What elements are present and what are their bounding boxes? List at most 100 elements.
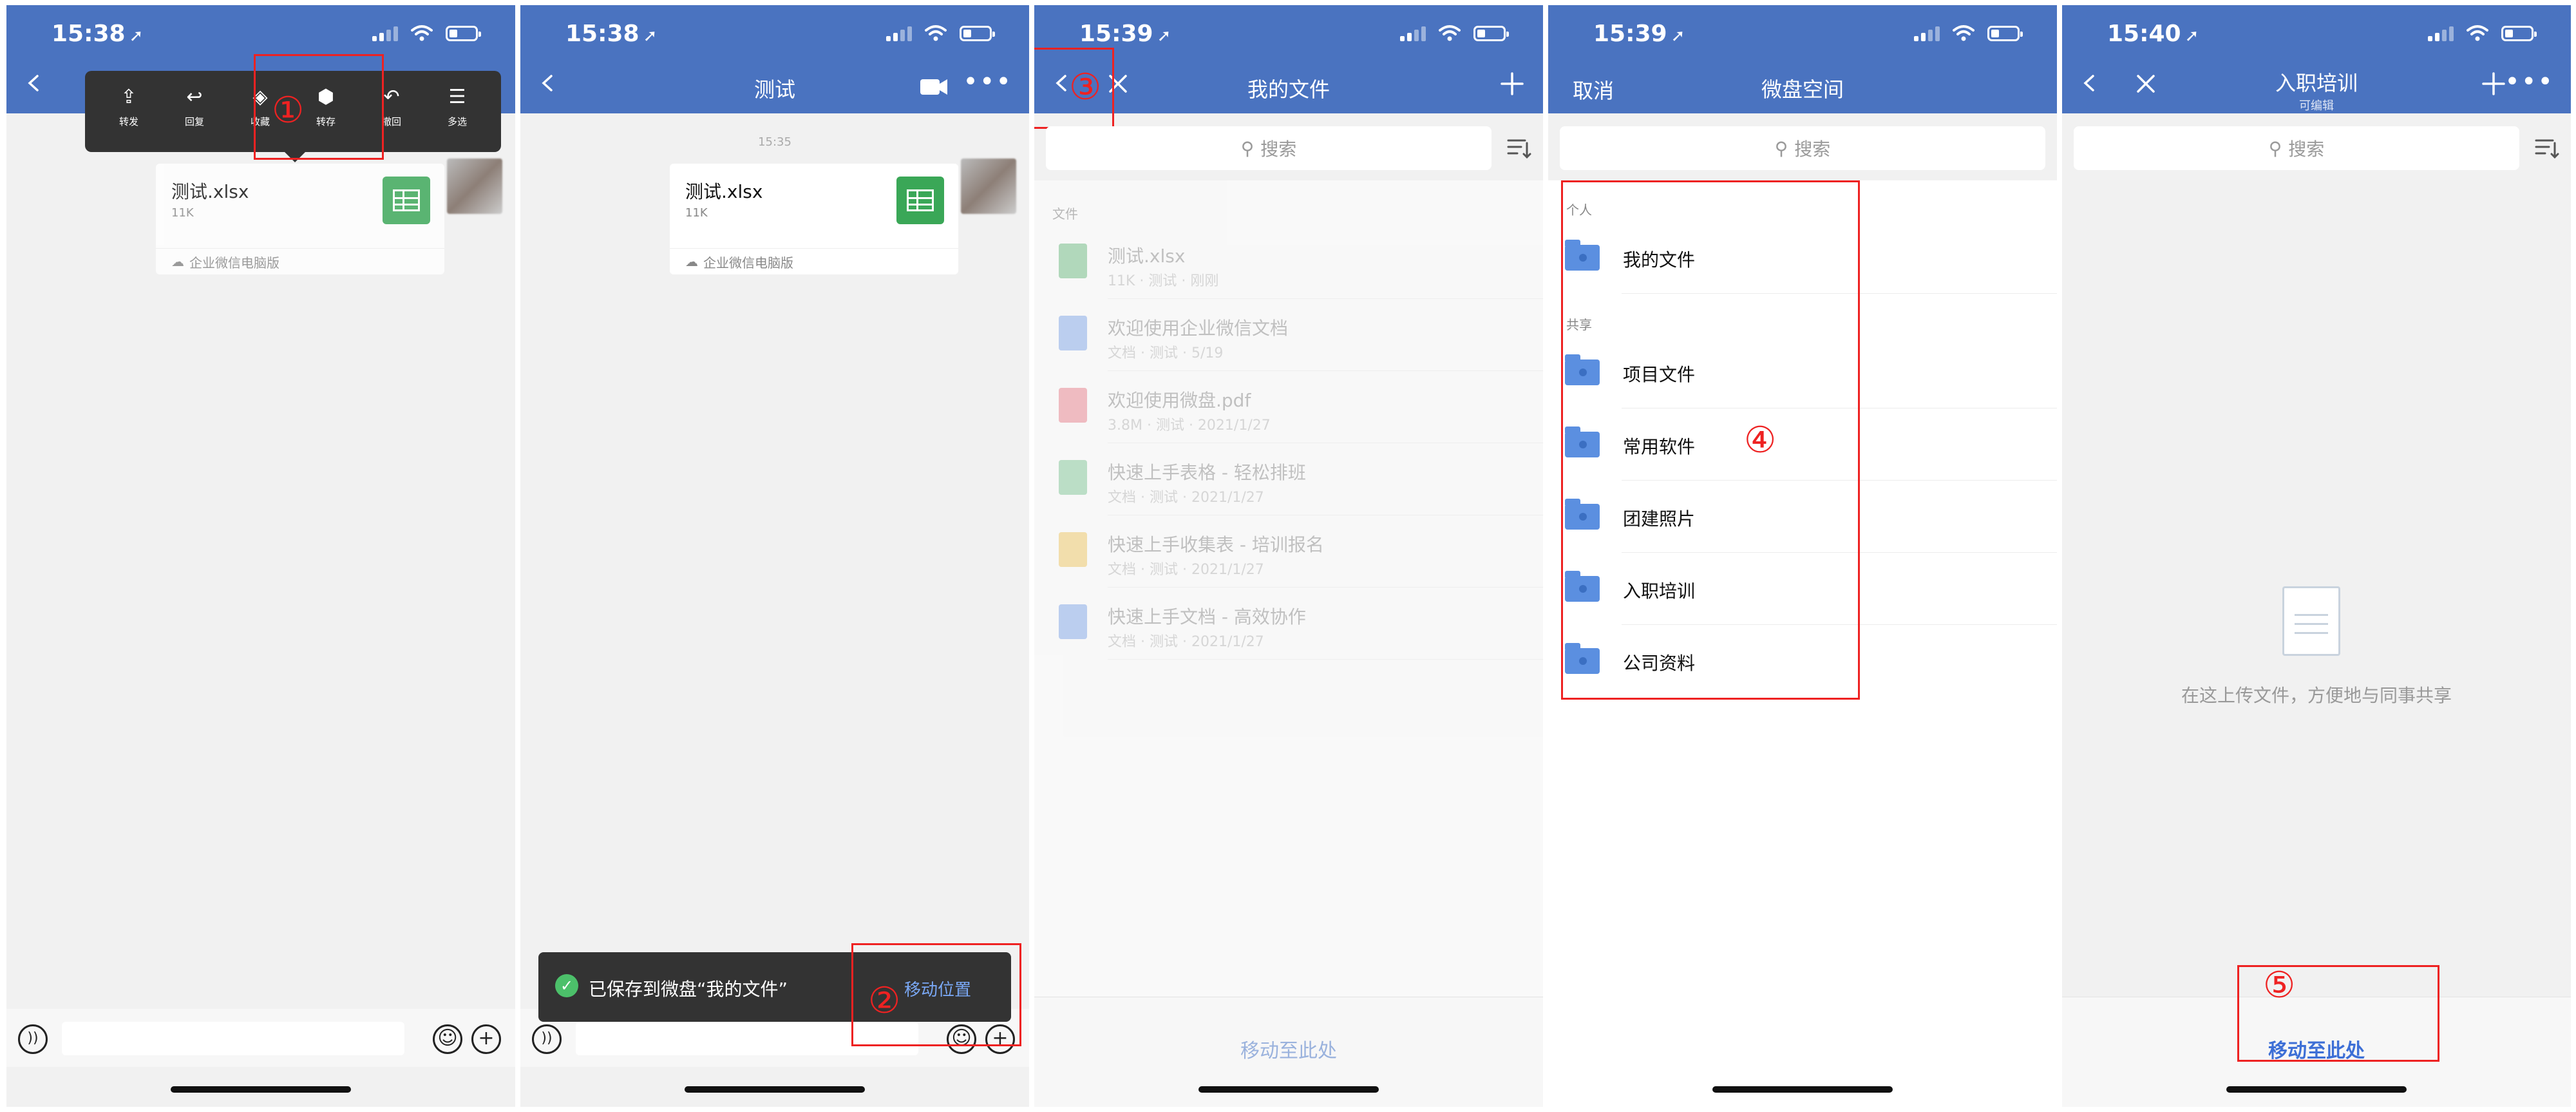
file-type-icon	[1059, 244, 1087, 278]
phone-screen-3: 15:39 ➚ 我的文件 ③ ⚲ 搜索 文件 测试.xlsx 11K · 测试 · 刚…	[1034, 5, 1543, 1107]
bottom-action-bar: 移动至此处	[1034, 997, 1543, 1107]
nav-header: 15:38 ➚ 测试 •••	[520, 5, 1029, 113]
file-type-icon	[1059, 460, 1087, 495]
back-chevron-icon[interactable]	[26, 75, 43, 91]
file-row[interactable]: 测试.xlsx 11K · 测试 · 刚刚	[1034, 227, 1543, 299]
page-title: 微盘空间	[1761, 77, 1844, 102]
signal-icon	[372, 26, 398, 41]
check-icon: ✓	[555, 974, 578, 997]
phone-screen-4: 15:39 ➚ 取消 微盘空间 ⚲ 搜索 个人 我的文件 共享 项目文件 常用软件 团建…	[1548, 5, 2057, 1107]
status-time: 15:39 ➚	[1079, 21, 1171, 47]
bubble-source: ☁ 企业微信电脑版	[156, 248, 444, 274]
status-icons	[1914, 24, 2023, 41]
file-type-icon	[1059, 604, 1087, 639]
file-row-title: 欢迎使用微盘.pdf	[1108, 390, 1251, 411]
file-name: 测试.xlsx	[171, 181, 249, 202]
message-timestamp: 15:35	[758, 135, 791, 149]
search-icon: ⚲	[2268, 137, 2282, 159]
spreadsheet-icon	[896, 177, 944, 224]
annotation-number-5: ⑤	[2263, 964, 2296, 1006]
file-row[interactable]: 快速上手文档 - 高效协作文档 · 测试 · 2021/1/27	[1034, 588, 1543, 660]
video-call-icon[interactable]	[920, 77, 948, 97]
plus-icon[interactable]	[1499, 71, 1525, 97]
signal-icon	[1400, 26, 1426, 41]
search-input[interactable]: ⚲ 搜索	[1560, 126, 2045, 170]
add-icon[interactable]: +	[471, 1024, 501, 1054]
file-row-title: 欢迎使用企业微信文档	[1108, 318, 1289, 339]
more-icon[interactable]: •••	[2505, 69, 2554, 95]
file-row-meta: 文档 · 测试 · 2021/1/27	[1108, 634, 1264, 650]
reply-icon: ↩	[186, 86, 203, 108]
phone-screen-1: 15:38 ➚ ⇪ 转发 ↩ 回复 ◈ 收藏 ⬢ 转存 ↶ 撤回 ☰ 多选 ① 测试.xlsx…	[6, 5, 515, 1107]
menu-item-reply[interactable]: ↩ 回复	[175, 85, 214, 128]
file-size: 11K	[171, 206, 194, 220]
menu-item-multi-select[interactable]: ☰ 多选	[438, 85, 477, 128]
menu-item-forward[interactable]: ⇪ 转发	[109, 85, 148, 128]
sort-icon[interactable]	[1506, 135, 1531, 161]
annotation-box-4	[1561, 180, 1860, 700]
search-input[interactable]: ⚲ 搜索	[2074, 126, 2519, 170]
battery-icon	[960, 26, 995, 41]
row-divider	[1108, 659, 1543, 660]
file-row[interactable]: 欢迎使用企业微信文档文档 · 测试 · 5/19	[1034, 299, 1543, 371]
search-icon: ⚲	[1774, 137, 1788, 159]
toast-message: 已保存到微盘“我的文件”	[589, 979, 788, 1000]
file-message-bubble[interactable]: 测试.xlsx 11K ☁ 企业微信电脑版	[670, 164, 958, 274]
battery-icon	[2501, 26, 2537, 41]
wifi-icon	[2467, 25, 2488, 41]
status-icons	[1400, 24, 1509, 41]
file-row-meta: 文档 · 测试 · 5/19	[1108, 345, 1224, 361]
status-icons	[372, 24, 481, 41]
file-row-title: 快速上手表格 - 轻松排班	[1108, 462, 1306, 483]
annotation-number-1: ①	[272, 90, 305, 131]
annotation-number-4: ④	[1744, 419, 1777, 461]
file-message-bubble[interactable]: 测试.xlsx 11K ☁ 企业微信电脑版	[156, 164, 444, 274]
file-row-title: 快速上手收集表 - 培训报名	[1108, 534, 1324, 555]
plus-icon[interactable]	[2481, 71, 2506, 97]
bubble-source: ☁ 企业微信电脑版	[670, 248, 958, 274]
battery-icon	[1987, 26, 2023, 41]
status-time: 15:38 ➚	[565, 21, 658, 47]
wifi-icon	[1953, 25, 1975, 41]
location-arrow-icon: ➚	[2184, 26, 2199, 46]
emoji-icon[interactable]: ☺	[433, 1024, 462, 1054]
home-indicator	[1198, 1086, 1379, 1093]
file-row-meta: 文档 · 测试 · 2021/1/27	[1108, 562, 1264, 578]
home-indicator	[2226, 1086, 2407, 1093]
file-type-icon	[1059, 388, 1087, 423]
voice-icon[interactable]: ))	[532, 1024, 562, 1054]
file-name: 测试.xlsx	[685, 181, 763, 202]
cloud-icon: ☁	[685, 254, 698, 269]
signal-icon	[1914, 26, 1940, 41]
more-icon[interactable]: •••	[963, 69, 1012, 95]
annotation-number-3: ③	[1069, 66, 1102, 108]
avatar[interactable]	[961, 158, 1016, 214]
empty-document-icon	[2282, 586, 2340, 656]
avatar[interactable]	[447, 158, 502, 214]
voice-icon[interactable]: ))	[18, 1024, 48, 1054]
chat-title: 测试	[753, 77, 795, 102]
sort-icon[interactable]	[2533, 135, 2559, 161]
search-input[interactable]: ⚲ 搜索	[1046, 126, 1492, 170]
nav-header: 15:40 ➚ 入职培训 可编辑 •••	[2062, 5, 2571, 113]
home-indicator	[685, 1086, 865, 1093]
status-time: 15:38 ➚	[52, 21, 144, 47]
move-here-button[interactable]: 移动至此处	[1034, 1035, 1543, 1063]
home-indicator	[1712, 1086, 1893, 1093]
file-list-panel: 文件 测试.xlsx 11K · 测试 · 刚刚欢迎使用企业微信文档文档 · 测试…	[1034, 180, 1543, 997]
file-row-title: 快速上手文档 - 高效协作	[1108, 606, 1306, 628]
status-time: 15:40 ➚	[2107, 21, 2199, 47]
battery-icon	[1473, 26, 1509, 41]
file-row[interactable]: 快速上手收集表 - 培训报名文档 · 测试 · 2021/1/27	[1034, 515, 1543, 588]
section-label: 文件	[1052, 206, 1078, 222]
bottom-area	[1548, 997, 2057, 1107]
nav-header: 15:39 ➚ 取消 微盘空间	[1548, 5, 2057, 113]
file-row-meta: 3.8M · 测试 · 2021/1/27	[1108, 417, 1271, 434]
file-row[interactable]: 快速上手表格 - 轻松排班文档 · 测试 · 2021/1/27	[1034, 443, 1543, 515]
battery-icon	[446, 26, 481, 41]
file-row-meta: 文档 · 测试 · 2021/1/27	[1108, 490, 1264, 506]
message-input[interactable]	[62, 1022, 404, 1055]
file-row[interactable]: 欢迎使用微盘.pdf 3.8M · 测试 · 2021/1/27	[1034, 371, 1543, 443]
share-icon: ⇪	[120, 86, 137, 108]
status-time: 15:39 ➚	[1593, 21, 1685, 47]
